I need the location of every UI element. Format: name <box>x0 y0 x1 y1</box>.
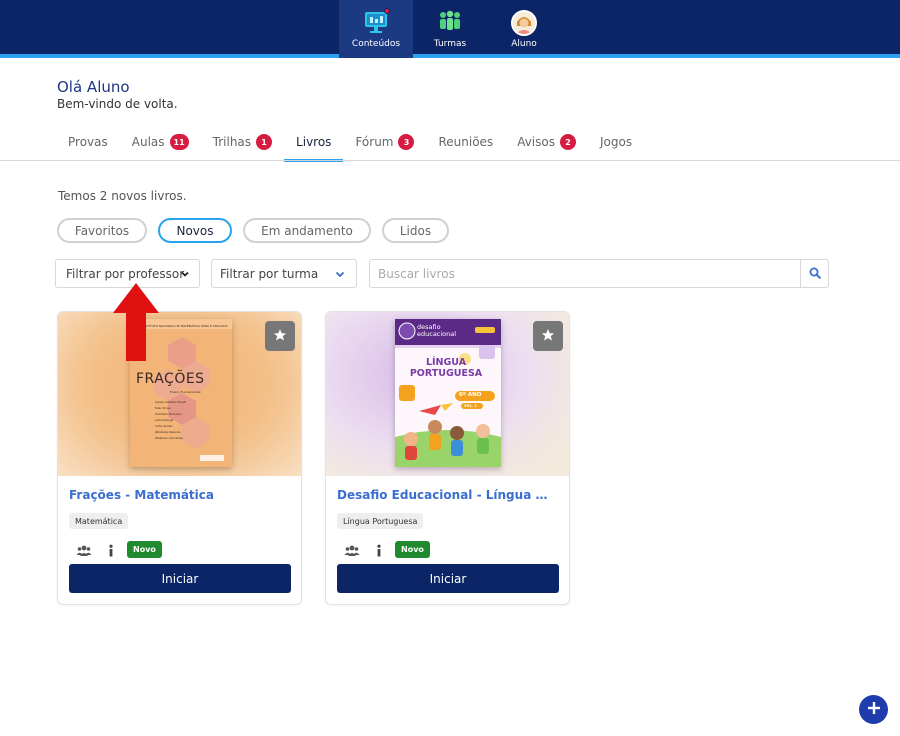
avatar-icon <box>511 10 537 36</box>
count-badge: 11 <box>169 134 189 150</box>
top-navbar: Conteúdos Turmas Aluno <box>0 0 900 58</box>
book-title[interactable]: Desafio Educacional - Língua Portuguesa <box>337 488 551 502</box>
search-input[interactable] <box>370 260 800 287</box>
monitor-icon <box>363 8 390 36</box>
tab-avisos[interactable]: Avisos 2 <box>505 128 588 160</box>
group-icon[interactable] <box>344 543 360 557</box>
status-badge: Novo <box>395 541 430 558</box>
new-books-count: Temos 2 novos livros. <box>58 189 187 203</box>
cover-grade: 6º ANO <box>459 392 482 398</box>
tab-label: Reuniões <box>438 135 494 149</box>
cover-title: FRAÇÕES <box>136 371 205 387</box>
cover-subtitle: Ensino Fundamental <box>170 390 201 394</box>
cover-volume: VOL. 1 <box>464 404 477 408</box>
chip-lidos[interactable]: Lidos <box>382 218 449 243</box>
cover-brand: desafio educacional <box>417 323 457 338</box>
favorite-button[interactable] <box>265 321 295 351</box>
search-button[interactable] <box>800 260 828 287</box>
group-icon[interactable] <box>76 543 92 557</box>
book-title[interactable]: Frações - Matemática <box>69 488 294 502</box>
favorite-button[interactable] <box>533 321 563 351</box>
status-badge: Novo <box>127 541 162 558</box>
start-button[interactable]: Iniciar <box>69 564 291 593</box>
star-icon <box>541 327 555 346</box>
turma-filter-label: Filtrar por turma <box>220 266 319 281</box>
star-icon <box>273 327 287 346</box>
book-cover-area: desafio educacional LÍNGUA PORTUGUESA 6º… <box>326 312 569 476</box>
svg-text:Fabio Simas: Fabio Simas <box>155 406 171 410</box>
tabs-divider <box>0 160 900 161</box>
turma-filter[interactable]: Filtrar por turma <box>211 259 357 288</box>
svg-text:Humberto Bortolossi: Humberto Bortolossi <box>155 412 182 416</box>
nav-aluno[interactable]: Aluno <box>487 0 561 58</box>
info-icon[interactable] <box>106 543 116 557</box>
tab-reunioes[interactable]: Reuniões <box>426 128 505 160</box>
notification-dot <box>384 8 390 14</box>
annotation-arrow-icon <box>111 283 161 363</box>
subject-tag: Língua Portuguesa <box>337 513 424 529</box>
count-badge: 3 <box>398 134 415 150</box>
subject-tag: Matemática <box>69 513 129 529</box>
cover-title: LÍNGUA PORTUGUESA <box>409 357 483 379</box>
tab-jogos[interactable]: Jogos <box>588 128 644 160</box>
nav-label: Conteúdos <box>351 39 401 49</box>
tab-label: Jogos <box>599 135 633 149</box>
tab-forum[interactable]: Fórum 3 <box>343 128 426 160</box>
greeting-title: Olá Aluno <box>57 78 130 96</box>
greeting-subtitle: Bem-vindo de volta. <box>57 97 178 111</box>
content-tabs: Provas Aulas 11 Trilhas 1 Livros Fórum 3 Re… <box>56 128 644 162</box>
svg-text:Victor Giraldo: Victor Giraldo <box>155 424 173 428</box>
chip-em-andamento[interactable]: Em andamento <box>243 218 371 243</box>
book-card: desafio educacional LÍNGUA PORTUGUESA 6º… <box>325 311 570 605</box>
tab-label: Avisos <box>517 135 555 149</box>
chip-favoritos[interactable]: Favoritos <box>57 218 147 243</box>
professor-filter-label: Filtrar por professor <box>66 266 185 281</box>
tab-trilhas[interactable]: Trilhas 1 <box>201 128 284 160</box>
nav-label: Turmas <box>433 39 467 49</box>
search-icon <box>809 264 821 283</box>
tab-label: Livros <box>296 135 332 149</box>
nav-label: Aluno <box>511 39 537 49</box>
svg-text:Wanderley Rezende: Wanderley Rezende <box>155 430 181 434</box>
tab-label: Fórum <box>355 135 394 149</box>
book-cover-area: Cybele Castelani Rosett Fabio Simas Humb… <box>58 312 301 476</box>
info-icon[interactable] <box>374 543 384 557</box>
svg-text:Cybele Castelani Rosett: Cybele Castelani Rosett <box>155 400 186 404</box>
nav-conteudos[interactable]: Conteúdos <box>339 0 413 58</box>
chip-novos[interactable]: Novos <box>158 218 232 243</box>
tab-aulas[interactable]: Aulas 11 <box>120 128 201 160</box>
count-badge: 2 <box>559 134 576 150</box>
add-button[interactable] <box>859 695 888 724</box>
book-cover-image: desafio educacional LÍNGUA PORTUGUESA 6º… <box>395 319 501 467</box>
start-button[interactable]: Iniciar <box>337 564 559 593</box>
tab-label: Trilhas <box>212 135 252 149</box>
tab-label: Provas <box>68 135 108 149</box>
search-box <box>369 259 829 288</box>
svg-text:Letícia Rangel: Letícia Rangel <box>155 418 174 422</box>
chevron-down-icon <box>334 268 346 280</box>
tab-label: Aulas <box>131 135 165 149</box>
svg-text:Walterson Guimarães: Walterson Guimarães <box>155 436 184 440</box>
book-card: Cybele Castelani Rosett Fabio Simas Humb… <box>57 311 302 605</box>
plus-icon <box>867 700 881 719</box>
tab-provas[interactable]: Provas <box>56 128 120 160</box>
people-icon <box>437 10 463 36</box>
chevron-down-icon <box>179 268 191 280</box>
tab-livros[interactable]: Livros <box>284 128 344 162</box>
count-badge: 1 <box>256 134 273 150</box>
nav-turmas[interactable]: Turmas <box>413 0 487 58</box>
